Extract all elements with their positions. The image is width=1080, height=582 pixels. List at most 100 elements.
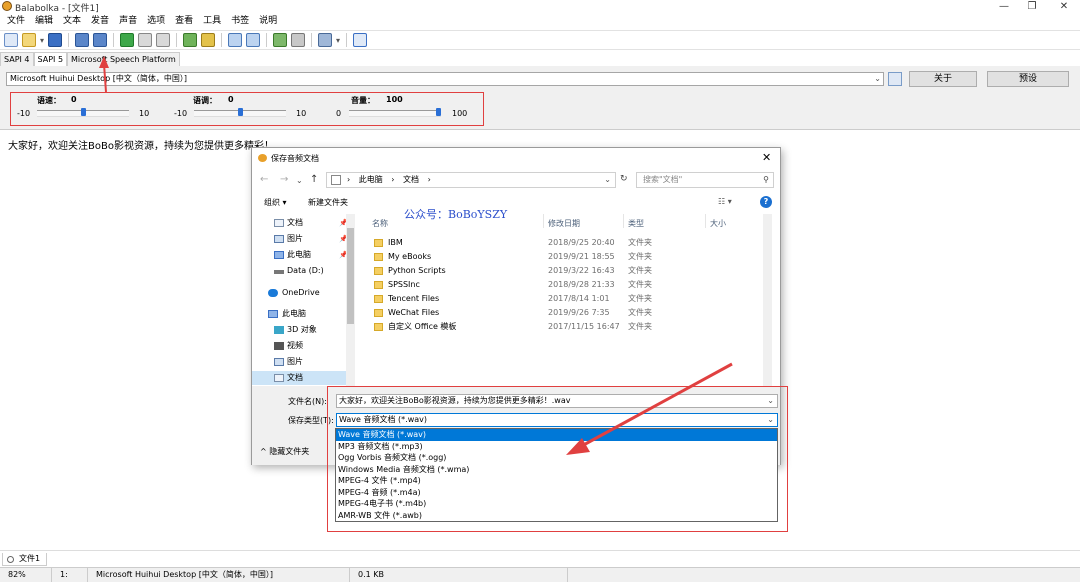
column-name[interactable]: 名称 xyxy=(372,218,388,229)
voice-options-icon[interactable] xyxy=(246,33,261,47)
menu-options[interactable]: 选项 xyxy=(142,14,170,28)
menu-voice[interactable]: 声音 xyxy=(114,14,142,28)
file-row[interactable]: Python Scripts 2019/3/22 16:43 文件夹 xyxy=(368,264,760,278)
menu-view[interactable]: 查看 xyxy=(170,14,198,28)
stop-icon[interactable] xyxy=(156,33,171,47)
forward-icon[interactable]: → xyxy=(280,174,288,185)
voice-panel: Microsoft Huihui Desktop [中文（简体，中国）] ⌄ 关… xyxy=(0,66,1080,130)
voice-select[interactable]: Microsoft Huihui Desktop [中文（简体，中国）] ⌄ xyxy=(6,72,884,86)
new-file-icon[interactable] xyxy=(4,33,18,47)
open-folder-icon[interactable] xyxy=(22,33,36,47)
clipboard-read-icon[interactable] xyxy=(183,33,198,47)
menu-help[interactable]: 说明 xyxy=(254,14,282,28)
column-size[interactable]: 大小 xyxy=(710,218,726,229)
nav-item-3d-objects[interactable]: 3D 对象 xyxy=(252,323,348,337)
organize-button[interactable]: 组织 ▾ xyxy=(264,197,287,208)
search-input[interactable]: 搜索"文档" ⚲ xyxy=(636,172,774,188)
path-current[interactable]: 文档 xyxy=(403,175,419,184)
path-root[interactable]: 此电脑 xyxy=(359,175,383,184)
menu-bookmarks[interactable]: 书签 xyxy=(226,14,254,28)
save-audio-icon[interactable] xyxy=(75,33,90,47)
folder-icon xyxy=(374,295,383,303)
rate-label: 语速： xyxy=(37,96,61,105)
file-row[interactable]: IBM 2018/9/25 20:40 文件夹 xyxy=(368,236,760,250)
up-icon[interactable]: ↑ xyxy=(310,174,318,185)
refresh-voices-icon[interactable] xyxy=(888,72,902,86)
menu-file[interactable]: 文件 xyxy=(2,14,30,28)
spell-check-icon[interactable] xyxy=(291,33,306,47)
view-options-icon[interactable]: ☷ ▾ xyxy=(718,197,732,206)
help-icon[interactable] xyxy=(353,33,368,47)
document-tab[interactable]: 文件1 xyxy=(2,553,48,566)
hide-folders-toggle[interactable]: ^ 隐藏文件夹 xyxy=(260,446,309,457)
nav-item-pictures[interactable]: 图片 📌 xyxy=(252,232,348,246)
about-button[interactable]: 关于 xyxy=(909,71,977,87)
chevron-up-icon: ^ xyxy=(260,447,270,456)
menu-edit[interactable]: 编辑 xyxy=(30,14,58,28)
status-voice: Microsoft Huihui Desktop [中文（简体，中国）] xyxy=(88,568,350,582)
help-icon[interactable]: ? xyxy=(760,196,772,208)
preset-button[interactable]: 预设 xyxy=(987,71,1069,87)
pitch-slider-thumb[interactable] xyxy=(237,108,243,116)
menu-text[interactable]: 文本 xyxy=(58,14,86,28)
folder-icon xyxy=(374,267,383,275)
close-button[interactable]: ✕ xyxy=(1050,0,1078,14)
nav-item-videos[interactable]: 视频 xyxy=(252,339,348,353)
editor-text[interactable]: 大家好，欢迎关注BoBo影视资源，持续为您提供更多精彩！ xyxy=(8,137,274,152)
file-read-icon[interactable] xyxy=(201,33,216,47)
volume-min: 0 xyxy=(336,109,342,118)
chevron-down-icon[interactable]: ⌄ xyxy=(296,176,303,185)
nav-item-documents-tree[interactable]: 文档 xyxy=(252,371,348,385)
rate-max: 10 xyxy=(139,109,150,118)
pitch-min: -10 xyxy=(174,109,188,118)
dialog-close-button[interactable]: ✕ xyxy=(762,151,771,164)
file-row[interactable]: My eBooks 2019/9/21 18:55 文件夹 xyxy=(368,250,760,264)
bookmark-icon[interactable] xyxy=(318,33,333,47)
status-position: 1: 24 xyxy=(52,568,88,582)
nav-scrollbar[interactable] xyxy=(346,214,355,386)
file-row[interactable]: WeChat Files 2019/9/26 7:35 文件夹 xyxy=(368,306,760,320)
toolbar: ▾ ▾ xyxy=(0,30,1080,50)
refresh-icon[interactable]: ↻ xyxy=(620,174,628,184)
file-row[interactable]: Tencent Files 2017/8/14 1:01 文件夹 xyxy=(368,292,760,306)
tab-speech-platform[interactable]: Microsoft Speech Platform xyxy=(67,52,180,66)
nav-item-documents[interactable]: 文档 📌 xyxy=(252,216,348,230)
column-date[interactable]: 修改日期 xyxy=(548,218,580,229)
chevron-down-icon[interactable]: ▾ xyxy=(336,36,340,45)
file-row[interactable]: 自定义 Office 模板 2017/11/15 16:47 文件夹 xyxy=(368,320,760,334)
toolbar-divider xyxy=(266,33,268,47)
dictionary-icon[interactable] xyxy=(273,33,288,47)
pause-icon[interactable] xyxy=(138,33,153,47)
file-list-scrollbar[interactable] xyxy=(763,214,772,386)
save-icon[interactable] xyxy=(48,33,63,47)
chevron-down-icon[interactable]: ▾ xyxy=(40,36,44,45)
volume-slider-thumb[interactable] xyxy=(436,108,441,116)
cube-icon xyxy=(274,326,284,334)
play-icon[interactable] xyxy=(120,33,135,47)
nav-item-data-drive[interactable]: Data (D:) xyxy=(252,264,348,278)
chevron-down-icon[interactable]: ⌄ xyxy=(604,173,611,187)
back-icon[interactable]: ← xyxy=(260,174,268,185)
new-folder-button[interactable]: 新建文件夹 xyxy=(308,197,348,208)
tab-sapi5[interactable]: SAPI 5 xyxy=(33,52,68,66)
address-bar[interactable]: › 此电脑 › 文档 › ⌄ xyxy=(326,172,616,188)
volume-slider-track[interactable] xyxy=(349,110,441,117)
tab-sapi4[interactable]: SAPI 4 xyxy=(0,52,34,66)
nav-item-this-pc-tree[interactable]: 此电脑 xyxy=(252,307,348,321)
minimize-button[interactable]: — xyxy=(990,0,1018,14)
text-options-icon[interactable] xyxy=(228,33,243,47)
scrollbar-thumb[interactable] xyxy=(347,228,354,324)
split-audio-icon[interactable] xyxy=(93,33,108,47)
menu-tools[interactable]: 工具 xyxy=(198,14,226,28)
nav-item-pictures-tree[interactable]: 图片 xyxy=(252,355,348,369)
menu-bar: 文件 编辑 文本 发音 声音 选项 查看 工具 书签 说明 xyxy=(0,14,1080,28)
nav-item-this-pc[interactable]: 此电脑 📌 xyxy=(252,248,348,262)
engine-tabs: SAPI 4 SAPI 5 Microsoft Speech Platform xyxy=(0,52,180,66)
rate-slider-thumb[interactable] xyxy=(80,108,86,116)
column-type[interactable]: 类型 xyxy=(628,218,644,229)
nav-item-onedrive[interactable]: OneDrive xyxy=(252,286,348,300)
maximize-button[interactable]: ❐ xyxy=(1018,0,1046,14)
volume-label: 音量： xyxy=(351,96,375,105)
file-row[interactable]: SPSSInc 2018/9/28 21:33 文件夹 xyxy=(368,278,760,292)
menu-pronunciation[interactable]: 发音 xyxy=(86,14,114,28)
